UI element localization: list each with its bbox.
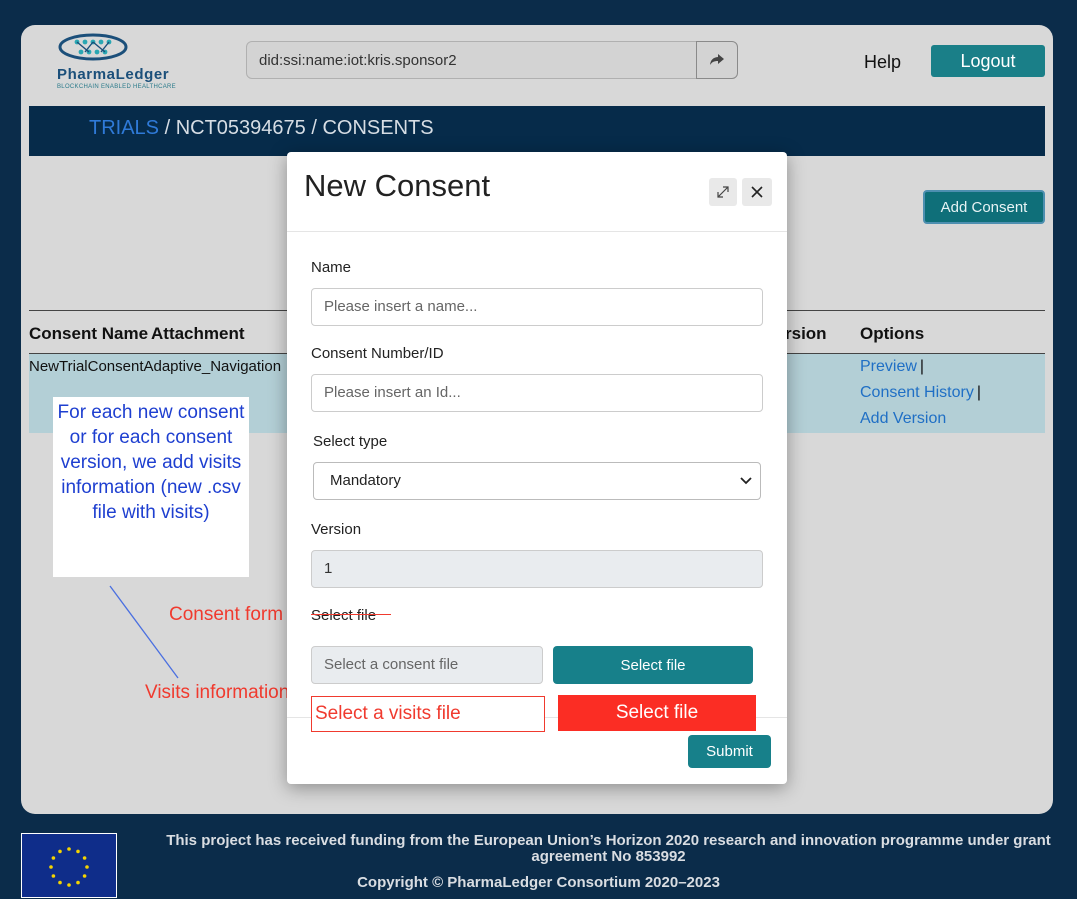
logo-tagline: BLOCKCHAIN ENABLED HEALTHCARE	[57, 84, 176, 90]
share-arrow-icon	[710, 54, 724, 65]
funding-text: This project has received funding from t…	[166, 832, 1051, 865]
annotation-visits-information: Visits information	[145, 682, 290, 703]
consent-id-input[interactable]: Please insert an Id...	[311, 374, 763, 412]
consent-id-label: Consent Number/ID	[311, 345, 444, 362]
select-file-label: Select file	[311, 607, 377, 624]
modal-header-divider	[287, 231, 787, 232]
type-select[interactable]: Mandatory	[313, 462, 761, 500]
expand-icon	[717, 186, 729, 198]
version-label: Version	[311, 521, 362, 538]
copyright-text: Copyright © PharmaLedger Consortium 2020…	[357, 874, 720, 891]
add-consent-button[interactable]: Add Consent	[923, 190, 1045, 224]
new-consent-modal: New Consent Name Please insert a name...…	[287, 152, 787, 784]
breadcrumb-trials-link[interactable]: TRIALS	[89, 117, 159, 139]
preview-link[interactable]: Preview	[860, 358, 917, 375]
column-header-options: Options	[860, 324, 925, 343]
logout-button[interactable]: Logout	[931, 45, 1045, 77]
close-icon	[751, 186, 763, 198]
breadcrumb: TRIALS / NCT05394675 / CONSENTS	[29, 106, 1045, 156]
modal-title: New Consent	[304, 168, 491, 203]
consent-history-link[interactable]: Consent History	[860, 384, 974, 401]
name-label: Name	[311, 259, 352, 276]
name-input[interactable]: Please insert a name...	[311, 288, 763, 326]
help-link[interactable]: Help	[864, 52, 901, 73]
column-header-attachment: Attachment	[151, 324, 245, 343]
eu-flag-icon	[21, 833, 117, 898]
version-field: 1	[311, 550, 763, 588]
annotation-note: For each new consent or for each consent…	[53, 397, 249, 577]
add-version-link[interactable]: Add Version	[860, 410, 946, 428]
did-field[interactable]: did:ssi:name:iot:kris.sponsor2	[246, 41, 698, 79]
type-select-value: Mandatory	[330, 472, 401, 489]
submit-button[interactable]: Submit	[688, 735, 771, 768]
column-header-consent-name: Consent Name	[29, 324, 149, 343]
consent-file-input[interactable]: Select a consent file	[311, 646, 543, 684]
column-header-version: rsion	[785, 324, 827, 343]
select-consent-file-button[interactable]: Select file	[553, 646, 753, 684]
consent-name-cell: NewTrialConsentAdaptive_Navigation	[29, 358, 282, 375]
select-visits-file-button[interactable]: Select file	[558, 695, 756, 731]
pharmaledger-logo[interactable]: PharmaLedger BLOCKCHAIN ENABLED HEALTHCA…	[57, 33, 176, 95]
annotation-consent-form: Consent form	[169, 604, 284, 625]
share-button[interactable]	[696, 41, 738, 79]
chevron-down-icon	[740, 477, 752, 485]
select-type-label: Select type	[313, 433, 388, 450]
logo-mark-icon	[58, 33, 128, 61]
option-preview: Preview |	[860, 358, 924, 376]
option-consent-history: Consent History |	[860, 384, 981, 402]
option-separator: |	[976, 384, 981, 401]
close-button[interactable]	[742, 178, 772, 206]
visits-file-input[interactable]: Select a visits file	[311, 696, 545, 732]
logo-name: PharmaLedger	[57, 66, 170, 83]
breadcrumb-rest: / NCT05394675 / CONSENTS	[159, 117, 434, 139]
expand-button[interactable]	[709, 178, 737, 206]
strikethrough-mark	[311, 614, 391, 615]
option-separator: |	[919, 358, 925, 375]
